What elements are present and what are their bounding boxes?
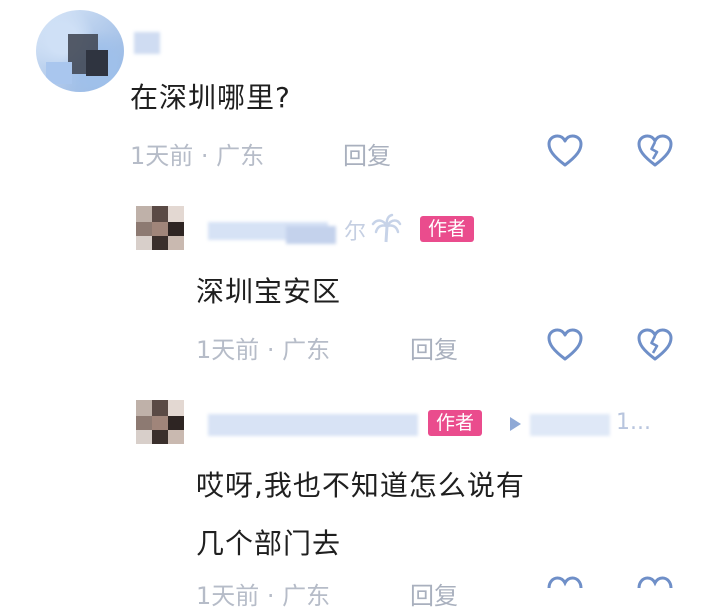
broken-heart-icon[interactable] bbox=[636, 134, 674, 168]
broken-heart-icon[interactable] bbox=[636, 328, 674, 362]
reply-button[interactable]: 回复 bbox=[410, 576, 458, 611]
reply-button[interactable]: 回复 bbox=[410, 330, 458, 365]
author-badge: 作者 bbox=[428, 410, 483, 436]
avatar[interactable] bbox=[36, 10, 124, 92]
comment-meta: 1天前 · 广东 bbox=[130, 142, 265, 170]
reply-avatar[interactable] bbox=[136, 206, 184, 250]
username-blurred[interactable] bbox=[208, 414, 418, 436]
reply-meta: 1天前 · 广东 bbox=[196, 336, 331, 364]
reply-button[interactable]: 回复 bbox=[343, 136, 391, 171]
reply-target-fragment: 1... bbox=[616, 410, 651, 435]
author-badge: 作者 bbox=[420, 216, 475, 242]
heart-outline-icon[interactable] bbox=[546, 576, 584, 589]
reply-text-line-2: 几个部门去 bbox=[196, 527, 342, 560]
comment-text: 在深圳哪里? bbox=[130, 81, 291, 114]
palm-tree-icon bbox=[370, 212, 402, 244]
reply-target-blurred[interactable] bbox=[530, 414, 610, 436]
reply-meta: 1天前 · 广东 bbox=[196, 582, 331, 610]
username-fragment: 尔 bbox=[344, 220, 367, 245]
reply-text-line-1: 哎呀,我也不知道怎么说有 bbox=[196, 469, 525, 502]
heart-outline-icon[interactable] bbox=[546, 134, 584, 168]
username-blurred[interactable] bbox=[134, 32, 160, 54]
reply-text: 深圳宝安区 bbox=[196, 275, 342, 308]
broken-heart-icon[interactable] bbox=[636, 576, 674, 589]
triangle-right-icon bbox=[508, 416, 522, 432]
username-blurred[interactable] bbox=[286, 226, 336, 244]
heart-outline-icon[interactable] bbox=[546, 328, 584, 362]
reply-avatar[interactable] bbox=[136, 400, 184, 444]
